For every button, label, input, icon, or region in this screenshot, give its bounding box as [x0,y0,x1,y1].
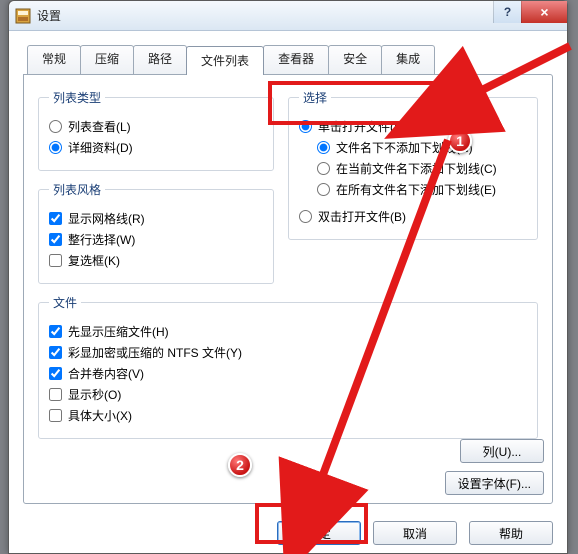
radio-details-label: 详细资料(D) [68,139,133,156]
check-exact-size-label: 具体大小(X) [68,407,132,424]
check-gridlines-label: 显示网格线(R) [68,210,145,227]
check-compressed-first-label: 先显示压缩文件(H) [68,323,169,340]
dialog-footer: 确定 取消 帮助 [9,521,567,545]
check-merge-volumes-label: 合并卷内容(V) [68,365,144,382]
columns-button[interactable]: 列(U)... [460,439,544,463]
radio-double-click[interactable] [299,210,312,223]
radio-single-click-row[interactable]: 单击打开文件(S) [299,118,527,135]
help-button-footer[interactable]: 帮助 [469,521,553,545]
annotation-badge-2: 2 [228,453,252,477]
legend-list-type: 列表类型 [49,89,105,106]
title-text: 设置 [37,7,61,24]
radio-list-view[interactable] [49,120,62,133]
radio-details-row[interactable]: 详细资料(D) [49,139,263,156]
legend-list-style: 列表风格 [49,181,105,198]
radio-underline-current-label: 在当前文件名下添加下划线(C) [336,160,497,177]
title-bar: 设置 ? × [9,1,567,31]
client-area: 常规 压缩 路径 文件列表 查看器 安全 集成 列表类型 列表查看(L) [9,31,567,553]
check-exact-size-row[interactable]: 具体大小(X) [49,407,527,424]
group-list-type: 列表类型 列表查看(L) 详细资料(D) [38,89,274,171]
check-merge-volumes-row[interactable]: 合并卷内容(V) [49,365,527,382]
check-compressed-first[interactable] [49,325,62,338]
radio-double-click-row[interactable]: 双击打开文件(B) [299,208,527,225]
check-ntfs-color-label: 彩显加密或压缩的 NTFS 文件(Y) [68,344,242,361]
tab-security[interactable]: 安全 [328,45,382,74]
ok-button[interactable]: 确定 [277,521,361,545]
check-ntfs-color-row[interactable]: 彩显加密或压缩的 NTFS 文件(Y) [49,344,527,361]
check-gridlines-row[interactable]: 显示网格线(R) [49,210,263,227]
check-checkbox[interactable] [49,254,62,267]
annotation-badge-1: 1 [448,129,472,153]
radio-single-click[interactable] [299,120,312,133]
radio-no-underline-row[interactable]: 文件名下不添加下划线(N) [317,139,527,156]
radio-no-underline[interactable] [317,141,330,154]
cancel-button[interactable]: 取消 [373,521,457,545]
check-fullrow-row[interactable]: 整行选择(W) [49,231,263,248]
check-show-seconds[interactable] [49,388,62,401]
font-button[interactable]: 设置字体(F)... [445,471,544,495]
legend-files: 文件 [49,294,81,311]
radio-list-view-row[interactable]: 列表查看(L) [49,118,263,135]
check-show-seconds-row[interactable]: 显示秒(O) [49,386,527,403]
radio-underline-all-row[interactable]: 在所有文件名下添加下划线(E) [317,181,527,198]
check-exact-size[interactable] [49,409,62,422]
tab-integration[interactable]: 集成 [381,45,435,74]
tab-strip: 常规 压缩 路径 文件列表 查看器 安全 集成 [27,45,553,74]
group-list-style: 列表风格 显示网格线(R) 整行选择(W) 复选框(K) [38,181,274,284]
tab-viewer[interactable]: 查看器 [263,45,329,74]
radio-underline-all[interactable] [317,183,330,196]
radio-list-view-label: 列表查看(L) [68,118,131,135]
tab-panel-filelist: 列表类型 列表查看(L) 详细资料(D) 列表风格 [23,74,553,504]
help-button[interactable]: ? [493,1,521,23]
check-fullrow[interactable] [49,233,62,246]
radio-details[interactable] [49,141,62,154]
check-checkbox-row[interactable]: 复选框(K) [49,252,263,269]
close-button[interactable]: × [521,1,567,23]
tab-general[interactable]: 常规 [27,45,81,74]
check-fullrow-label: 整行选择(W) [68,231,135,248]
group-selection: 选择 单击打开文件(S) 文件名下不添加下划线(N) 在当前文件名下添加下划线(… [288,89,538,240]
legend-selection: 选择 [299,89,331,106]
tab-path[interactable]: 路径 [133,45,187,74]
tab-compress[interactable]: 压缩 [80,45,134,74]
check-gridlines[interactable] [49,212,62,225]
check-compressed-first-row[interactable]: 先显示压缩文件(H) [49,323,527,340]
radio-underline-all-label: 在所有文件名下添加下划线(E) [336,181,496,198]
check-show-seconds-label: 显示秒(O) [68,386,121,403]
app-icon [15,8,31,24]
radio-single-click-label: 单击打开文件(S) [318,118,406,135]
settings-dialog: 设置 ? × 常规 压缩 路径 文件列表 查看器 安全 集成 列表类型 [8,0,568,554]
check-merge-volumes[interactable] [49,367,62,380]
check-checkbox-label: 复选框(K) [68,252,120,269]
check-ntfs-color[interactable] [49,346,62,359]
group-files: 文件 先显示压缩文件(H) 彩显加密或压缩的 NTFS 文件(Y) 合并卷内容(… [38,294,538,439]
radio-underline-current[interactable] [317,162,330,175]
tab-filelist[interactable]: 文件列表 [186,46,264,75]
radio-double-click-label: 双击打开文件(B) [318,208,406,225]
radio-underline-current-row[interactable]: 在当前文件名下添加下划线(C) [317,160,527,177]
